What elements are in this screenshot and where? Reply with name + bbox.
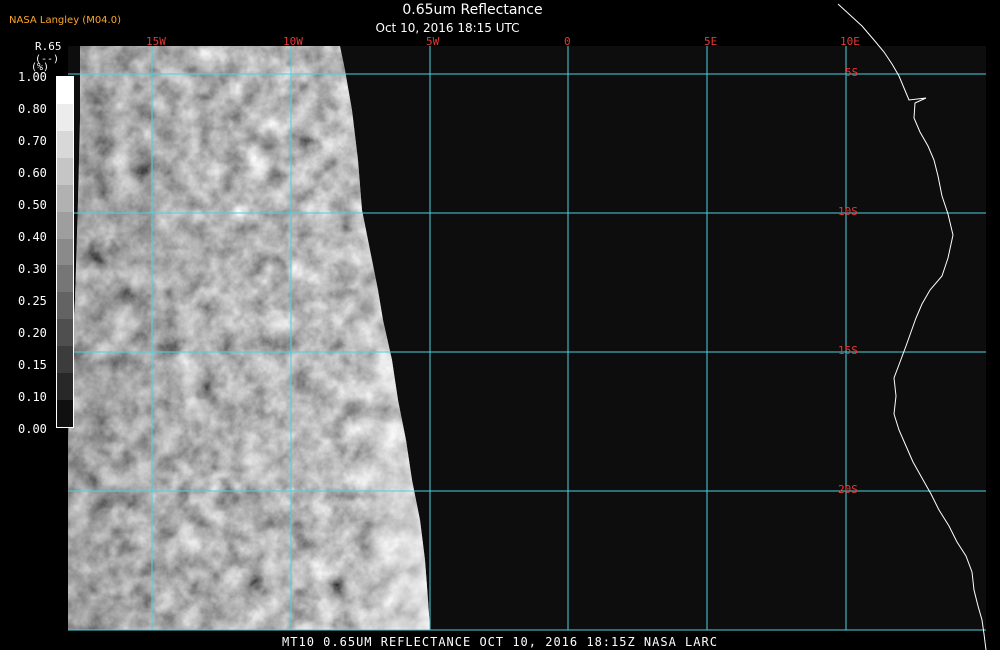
legend-tick-label: 0.25 [18,294,47,308]
ramp-segment [57,346,73,374]
lon-label-5e: 5E [704,35,718,48]
legend-tick-label: 0.50 [18,198,47,212]
satellite-map [68,3,987,650]
legend-tick-label: 0.15 [18,358,47,372]
image-title: 0.65um Reflectance [402,2,543,18]
lon-label-15w: 15W [146,35,166,48]
ramp-segment [57,211,73,240]
legend-tick-label: 0.00 [18,422,47,436]
ramp-segment [57,319,73,347]
lon-label-5w: 5W [426,35,440,48]
lat-label-5s: 5S [845,66,859,79]
ramp-segment [57,130,73,159]
legend-tick-label: 0.20 [18,326,47,340]
ramp-segment [57,77,73,105]
image-timestamp: Oct 10, 2016 18:15 UTC [375,21,520,35]
legend-tick-label: 0.10 [18,390,47,404]
lon-label-0: 0 [564,35,571,48]
ramp-segment [57,292,73,320]
lat-label-10s: 10S [838,205,858,218]
lon-label-10w: 10W [283,35,303,48]
ramp-segment [57,184,73,213]
legend-tick-label: 0.40 [18,230,47,244]
ramp-segment [57,157,73,186]
ramp-segment [57,265,73,293]
footer-caption: MT10 0.65UM REFLECTANCE OCT 10, 2016 18:… [282,635,718,649]
ramp-segment [57,103,73,132]
color-ramp [56,76,74,428]
lat-label-15s: 15S [838,344,858,357]
legend-tick-label: 1.00 [18,70,47,84]
legend-tick-label: 0.70 [18,134,47,148]
legend-tick-label: 0.60 [18,166,47,180]
legend-tick-label: 0.30 [18,262,47,276]
ramp-segment [57,373,73,401]
lon-label-10e: 10E [840,35,860,48]
lat-label-20s: 20S [838,483,858,496]
ramp-segment [57,400,73,428]
legend-title: R.65 [35,40,62,53]
legend-tick-label: 0.80 [18,102,47,116]
ramp-segment [57,238,73,266]
